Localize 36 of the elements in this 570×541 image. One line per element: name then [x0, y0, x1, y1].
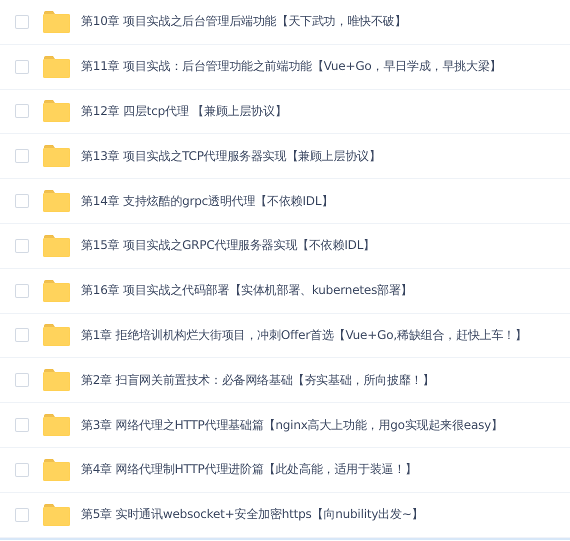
- checkbox[interactable]: [15, 373, 29, 388]
- checkbox[interactable]: [15, 328, 29, 342]
- folder-name[interactable]: 第4章 网络代理制HTTP代理进阶篇【此处高能，适用于装逼！】: [81, 461, 417, 478]
- folder-icon: [43, 234, 70, 257]
- checkbox[interactable]: [15, 14, 29, 29]
- folder-icon: [43, 145, 70, 168]
- folder-icon: [43, 280, 70, 302]
- checkbox[interactable]: [15, 149, 29, 164]
- folder-name[interactable]: 第16章 项目实战之代码部署【实体机部署、kubernetes部署】: [81, 282, 413, 300]
- folder-icon: [43, 504, 70, 526]
- checkbox[interactable]: [15, 104, 29, 118]
- checkbox[interactable]: [15, 194, 29, 208]
- checkbox[interactable]: [15, 238, 29, 253]
- folder-icon: [43, 414, 70, 436]
- folder-icon: [43, 458, 70, 481]
- folder-name[interactable]: 第13章 项目实战之TCP代理服务器实现【兼顾上层协议】: [81, 148, 381, 165]
- checkbox[interactable]: [15, 284, 29, 298]
- folder-name[interactable]: 第11章 项目实战：后台管理功能之前端功能【Vue+Go，早日学成，早挑大梁】: [81, 58, 502, 76]
- checkbox[interactable]: [15, 418, 29, 432]
- checkbox[interactable]: [15, 462, 29, 477]
- folder-name[interactable]: 第10章 项目实战之后台管理后端功能【天下武功，唯快不破】: [81, 13, 406, 30]
- folder-name[interactable]: 第3章 网络代理之HTTP代理基础篇【nginx高大上功能，用go实现起来很easy】: [81, 416, 503, 434]
- folder-icon: [43, 324, 70, 346]
- folder-name[interactable]: 第14章 支持炫酷的grpc透明代理【不依赖IDL】: [81, 192, 334, 210]
- folder-icon: [43, 56, 70, 78]
- folder-icon: [43, 100, 70, 122]
- checkbox[interactable]: [15, 508, 29, 522]
- folder-name[interactable]: 第5章 实时通讯websocket+安全加密https【向nubility出发~】: [81, 506, 424, 524]
- folder-icon: [43, 10, 70, 33]
- folder-name[interactable]: 第15章 项目实战之GRPC代理服务器实现【不依赖IDL】: [81, 237, 376, 254]
- folder-icon: [43, 369, 70, 392]
- folder-name[interactable]: 第12章 四层tcp代理 【兼顾上层协议】: [81, 102, 287, 120]
- checkbox[interactable]: [15, 60, 29, 74]
- folder-icon: [43, 190, 70, 212]
- folder-name[interactable]: 第1章 拒绝培训机构烂大街项目，冲刺Offer首选【Vue+Go,稀缺组合，赶快上车！】: [81, 326, 527, 344]
- folder-name[interactable]: 第2章 扫盲网关前置技术：必备网络基础【夯实基础，所向披靡！】: [81, 372, 434, 389]
